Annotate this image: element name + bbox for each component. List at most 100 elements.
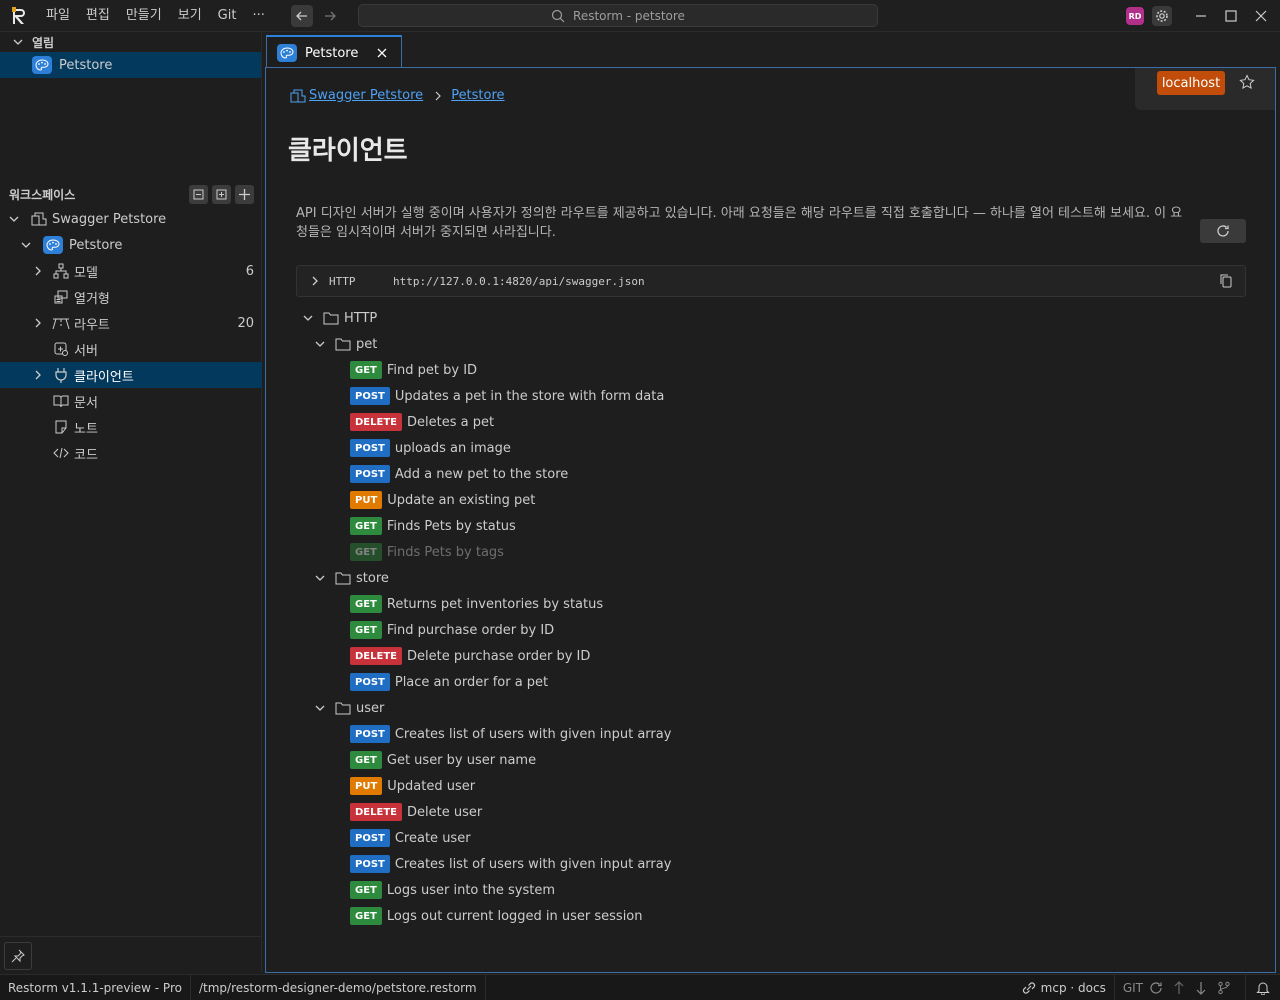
plus-icon [239,188,250,200]
chevron-right-icon [307,273,323,289]
request-label: Logs out current logged in user session [386,908,643,924]
git-status: GIT [1115,975,1245,1000]
refresh-icon[interactable] [1149,981,1163,995]
request-item[interactable]: PUT Update an existing pet [296,487,1236,513]
menu-edit[interactable]: 편집 [80,4,116,28]
request-item[interactable]: GET Find purchase order by ID [296,617,1236,643]
pin-button[interactable] [4,942,32,970]
title-bar: 파일 편집 만들기 보기 Git ··· Restorm - petstore … [0,0,1280,32]
folder-store[interactable]: store [296,565,1236,591]
sidebar-item-label: 라우트 [74,317,110,333]
tab-close-button[interactable] [377,48,387,58]
folder-user[interactable]: user [296,695,1236,721]
request-item[interactable]: GET Get user by user name [296,747,1236,773]
item-count: 20 [237,315,254,331]
request-item[interactable]: GET Returns pet inventories by status [296,591,1236,617]
request-item[interactable]: GET Finds Pets by tags [296,539,1236,565]
route-icon [52,314,70,332]
branch-icon[interactable] [1217,981,1231,995]
menu-more[interactable]: ··· [246,4,270,28]
open-section-header[interactable]: 열림 [0,32,261,52]
open-item-label: Petstore [59,57,113,73]
request-item[interactable]: GET Find pet by ID [296,357,1236,383]
command-center-search[interactable]: Restorm - petstore [358,4,878,27]
notifications-button[interactable] [1246,975,1280,1000]
sidebar-item-docs[interactable]: 문서 [0,388,262,414]
environment-button[interactable]: localhost [1157,71,1225,95]
request-label: Create user [394,830,471,846]
version-label[interactable]: Restorm v1.1.1-preview - Pro [0,975,190,1000]
star-icon [1239,74,1255,89]
request-label: uploads an image [394,440,511,456]
push-icon[interactable] [1195,981,1207,995]
project-path[interactable]: /tmp/restorm-designer-demo/petstore.rest… [191,975,485,1000]
minimize-button[interactable] [1186,0,1216,32]
copy-button[interactable] [1219,273,1233,293]
server-url-bar[interactable]: HTTP http://127.0.0.1:4820/api/swagger.j… [296,265,1246,297]
sidebar-item-servers[interactable]: 서버 [0,336,262,362]
request-item[interactable]: GET Finds Pets by status [296,513,1236,539]
menu-file[interactable]: 파일 [40,4,76,28]
tree-root-swagger-petstore[interactable]: Swagger Petstore [0,206,262,232]
pull-icon[interactable] [1173,981,1185,995]
sidebar-item-enums[interactable]: 열거형 [0,284,262,310]
mcp-status[interactable]: mcp · docs [1013,975,1114,1000]
request-item[interactable]: POST Place an order for a pet [296,669,1236,695]
api-icon [290,89,306,103]
request-item[interactable]: POST uploads an image [296,435,1236,461]
editor-panel: localhost Swagger Petstore Petstore 클라이언… [265,67,1276,973]
menu-git[interactable]: Git [212,4,243,28]
add-button[interactable] [235,184,254,204]
request-item[interactable]: PUT Updated user [296,773,1236,799]
menu-create[interactable]: 만들기 [120,4,168,28]
open-item-petstore[interactable]: Petstore [0,52,261,78]
method-badge: PUT [350,491,383,509]
request-item[interactable]: GET Logs user into the system [296,877,1236,903]
close-window-button[interactable] [1246,0,1276,32]
request-label: Creates list of users with given input a… [394,726,672,742]
request-tree: HTTP pet GET Find pet by ID POST Updates a p… [296,305,1236,929]
favorite-button[interactable] [1239,74,1255,94]
request-item[interactable]: POST Updates a pet in the store with form… [296,383,1236,409]
maximize-button[interactable] [1216,0,1246,32]
mcp-label: mcp · docs [1040,981,1106,995]
settings-button[interactable] [1152,6,1172,26]
request-item[interactable]: DELETE Delete user [296,799,1236,825]
method-badge: PUT [350,777,383,795]
sidebar-item-models[interactable]: 모델 6 [0,258,262,284]
folder-pet[interactable]: pet [296,331,1236,357]
forward-button[interactable] [319,5,341,27]
sidebar-item-code[interactable]: 코드 [0,440,262,466]
request-item[interactable]: POST Creates list of users with given inp… [296,721,1236,747]
avatar[interactable]: RD [1126,7,1144,25]
request-item[interactable]: POST Add a new pet to the store [296,461,1236,487]
chevron-down-icon [312,336,328,352]
request-item[interactable]: DELETE Deletes a pet [296,409,1236,435]
command-center-text: Restorm - petstore [573,8,685,23]
breadcrumb-root-link[interactable]: Swagger Petstore [309,88,423,103]
breadcrumb-current-link[interactable]: Petstore [451,88,504,103]
sidebar-footer [0,936,262,972]
menu-view[interactable]: 보기 [172,4,208,28]
request-label: Find purchase order by ID [386,622,555,638]
tree-project-petstore[interactable]: Petstore [0,232,262,258]
request-item[interactable]: POST Create user [296,825,1236,851]
open-section-label: 열림 [32,35,55,50]
method-badge: POST [350,387,390,405]
expand-all-button[interactable] [212,184,231,204]
folder-http[interactable]: HTTP [296,305,1236,331]
collapse-all-button[interactable] [189,184,208,204]
sidebar-item-notes[interactable]: 노트 [0,414,262,440]
api-icon [30,210,48,228]
back-button[interactable] [290,4,313,27]
workspace-section-header: 워크스페이스 [0,183,262,205]
request-label: Add a new pet to the store [394,466,569,482]
request-item[interactable]: POST Creates list of users with given inp… [296,851,1236,877]
chevron-right-icon [30,315,46,331]
request-item[interactable]: GET Logs out current logged in user sessi… [296,903,1236,929]
request-item[interactable]: DELETE Delete purchase order by ID [296,643,1236,669]
refresh-button[interactable] [1200,219,1246,243]
sidebar-item-clients[interactable]: 클라이언트 [0,362,262,388]
sidebar-item-routes[interactable]: 라우트 20 [0,310,262,336]
tab-petstore[interactable]: Petstore [266,35,402,69]
